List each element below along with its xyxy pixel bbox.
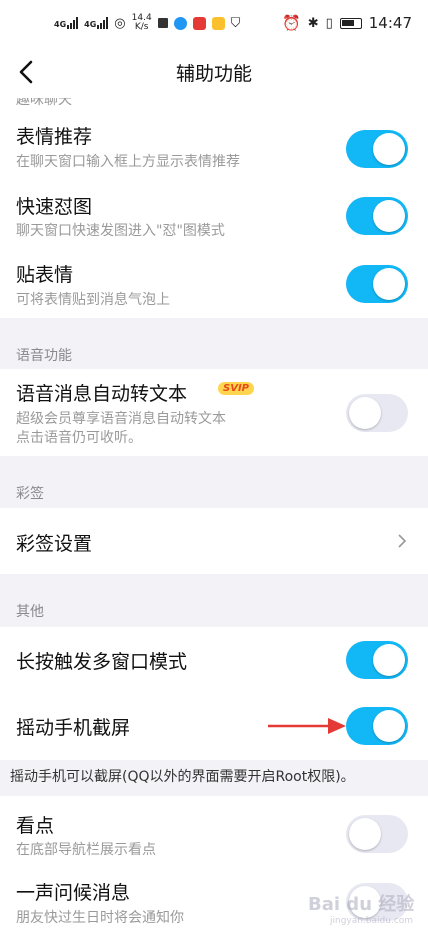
setting-title: 快速怼图 <box>16 196 93 218</box>
setting-signature[interactable]: 彩签设置 <box>0 508 428 574</box>
signal-2: 4G <box>84 17 109 29</box>
nav-bar: 辅助功能 <box>0 46 428 98</box>
emoji-recommend-toggle[interactable] <box>346 130 408 168</box>
setting-title: 表情推荐 <box>16 126 93 148</box>
network-speed: 14.4 K/s <box>131 13 152 32</box>
hotspot-icon: ◎ <box>114 15 126 31</box>
setting-subtitle: 可将表情贴到消息气泡上 <box>16 292 170 308</box>
setting-subtitle: 超级会员尊享语音消息自动转文本 <box>16 411 226 427</box>
section-header-voice: 语音功能 <box>16 348 72 364</box>
watermark-logo: Bai du 经验 jingyan.baidu.com <box>308 894 415 926</box>
setting-title: 摇动手机截屏 <box>16 717 131 739</box>
app-icon-1 <box>157 18 168 28</box>
section-header-partial: 趣味聊天 <box>0 98 428 106</box>
setting-shake-screenshot[interactable]: 摇动手机截屏 <box>0 693 428 760</box>
sticker-toggle[interactable] <box>346 265 408 303</box>
setting-title: 语音消息自动转文本 <box>16 383 188 405</box>
long-press-multiwindow-toggle[interactable] <box>346 641 408 679</box>
setting-title: 贴表情 <box>16 264 74 286</box>
kandian-toggle[interactable] <box>346 815 408 853</box>
setting-subtitle: 朋友快过生日时将会通知你 <box>16 910 184 926</box>
setting-title: 一声问候消息 <box>16 882 131 904</box>
bluetooth-icon: ✱ <box>307 15 319 31</box>
shake-note: 摇动手机可以截屏(QQ以外的界面需要开启Root权限)。 <box>10 769 355 785</box>
status-time: 14:47 <box>368 14 412 32</box>
quick-image-toggle[interactable] <box>346 197 408 235</box>
setting-voice-to-text[interactable]: 语音消息自动转文本 SVIP 超级会员尊享语音消息自动转文本 点击语音仍可收听。 <box>0 369 428 456</box>
setting-title: 看点 <box>16 815 55 837</box>
setting-emoji-recommend[interactable]: 表情推荐 在聊天窗口输入框上方显示表情推荐 <box>0 106 428 176</box>
section-header-signature: 彩签 <box>16 486 44 502</box>
chevron-right-icon <box>398 534 407 548</box>
back-arrow-icon[interactable] <box>14 58 40 86</box>
app-icon-3 <box>192 16 206 30</box>
signal-1: 4G <box>54 17 79 29</box>
annotation-arrow-icon <box>268 718 346 734</box>
vibrate-icon: ▯ <box>325 15 333 31</box>
section-header-other: 其他 <box>16 604 44 620</box>
setting-sticker[interactable]: 贴表情 可将表情贴到消息气泡上 <box>0 244 428 318</box>
setting-kandian[interactable]: 看点 在底部导航栏展示看点 <box>0 796 428 866</box>
shake-screenshot-toggle[interactable] <box>346 707 408 745</box>
setting-long-press-multiwindow[interactable]: 长按触发多窗口模式 <box>0 627 428 693</box>
setting-title: 彩签设置 <box>16 533 93 555</box>
battery-icon <box>339 17 362 29</box>
alarm-icon: ⏰ <box>282 14 301 32</box>
setting-quick-image[interactable]: 快速怼图 聊天窗口快速发图进入"怼"图模式 <box>0 176 428 244</box>
page-title: 辅助功能 <box>175 62 252 85</box>
setting-subtitle: 在底部导航栏展示看点 <box>16 842 156 858</box>
voice-to-text-toggle[interactable] <box>346 394 408 432</box>
setting-subtitle: 在聊天窗口输入框上方显示表情推荐 <box>16 154 240 170</box>
setting-subtitle: 聊天窗口快速发图进入"怼"图模式 <box>16 223 225 239</box>
svip-badge: SVIP <box>218 382 254 395</box>
app-icon-4 <box>211 16 225 30</box>
setting-subtitle-line2: 点击语音仍可收听。 <box>16 430 142 446</box>
shield-icon: ⛉ <box>230 15 241 31</box>
setting-title: 长按触发多窗口模式 <box>16 651 188 673</box>
status-bar: 4G 4G ◎ 14.4 K/s ⛉ ⏰ ✱ ▯ 14:47 <box>0 0 428 46</box>
qq-app-icon <box>173 16 187 30</box>
